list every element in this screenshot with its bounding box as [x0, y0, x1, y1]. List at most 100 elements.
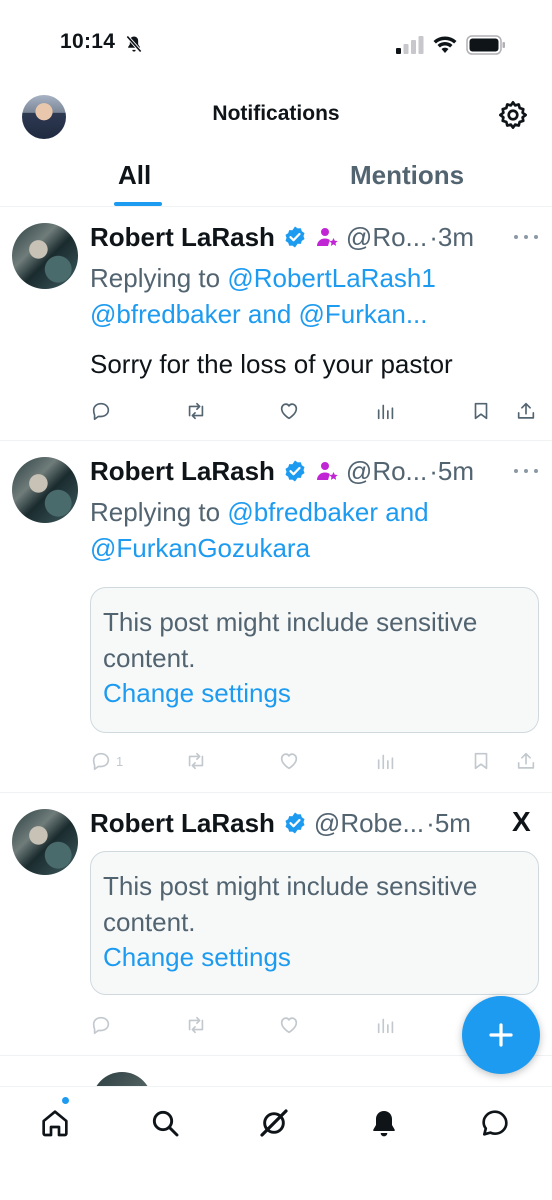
bookmark-icon — [474, 402, 488, 420]
tab-all[interactable]: All — [118, 160, 151, 191]
repost-button[interactable] — [185, 1010, 207, 1040]
bookmark-button[interactable] — [470, 396, 492, 426]
cellular-signal-icon — [396, 36, 424, 54]
status-time: 10:14 — [60, 30, 116, 53]
repost-icon — [188, 1016, 204, 1034]
reply-button[interactable] — [90, 1010, 112, 1040]
verified-badge-icon — [285, 460, 305, 482]
post-time: ·5m — [429, 455, 475, 486]
replying-to-label: Replying to — [90, 263, 228, 293]
post-text: Sorry for the loss of your pastor — [90, 349, 453, 379]
verified-badge-icon — [285, 226, 305, 248]
sensitive-content-text: This post might include sensitive conten… — [103, 871, 478, 937]
author-handle: @Ro... — [345, 455, 428, 486]
mention-link[interactable]: @RobertLaRash1 — [227, 263, 436, 293]
like-button[interactable] — [278, 746, 300, 776]
grok-icon — [260, 1109, 288, 1137]
reply-icon — [92, 402, 110, 421]
post-time: ·3m — [429, 221, 475, 252]
reply-count: 1 — [116, 753, 124, 769]
author-name[interactable]: Robert LaRash — [90, 808, 275, 839]
avatar[interactable] — [12, 457, 78, 523]
views-icon — [377, 404, 394, 420]
post-header: Robert LaRash @Ro... ·5m — [90, 454, 474, 488]
change-settings-link[interactable]: Change settings — [103, 678, 291, 709]
author-name[interactable]: Robert LaRash — [90, 222, 275, 253]
affiliate-badge-icon — [316, 462, 338, 480]
bell-icon — [373, 1111, 395, 1137]
home-notification-dot — [62, 1097, 69, 1104]
views-button[interactable] — [375, 1010, 397, 1040]
wifi-icon — [433, 36, 457, 53]
replying-to: Replying to @RobertLaRash1 @bfredbaker a… — [90, 260, 530, 332]
sensitive-content-notice: This post might include sensitive conten… — [90, 587, 539, 733]
repost-icon — [188, 402, 204, 420]
like-icon — [280, 1017, 298, 1034]
share-button[interactable] — [515, 396, 537, 426]
like-icon — [280, 753, 298, 770]
nav-search[interactable] — [145, 1103, 185, 1143]
avatar[interactable] — [12, 809, 78, 875]
notification-post[interactable]: Robert LaRash @Ro... ·3m Replying to @Ro… — [0, 207, 552, 440]
home-icon — [42, 1110, 68, 1137]
reply-icon — [92, 1016, 110, 1035]
post-time: ·5m — [426, 807, 471, 838]
share-icon — [517, 402, 535, 419]
views-button[interactable] — [375, 396, 397, 426]
post-header: Robert LaRash @Ro... ·3m — [90, 220, 474, 254]
bottom-navigation — [0, 1086, 552, 1200]
nav-home[interactable] — [35, 1103, 75, 1143]
repost-button[interactable] — [185, 746, 207, 776]
verified-badge-icon — [285, 812, 305, 834]
page-title: Notifications — [212, 102, 340, 125]
like-button[interactable] — [278, 1010, 300, 1040]
repost-icon — [188, 752, 204, 770]
nav-notifications[interactable] — [364, 1103, 404, 1143]
affiliate-badge-icon — [316, 228, 338, 246]
post-actions: 1 — [90, 746, 540, 776]
post-actions — [90, 396, 540, 426]
replying-to: Replying to @bfredbaker and @FurkanGozuk… — [90, 494, 530, 566]
like-icon — [280, 403, 298, 420]
author-name[interactable]: Robert LaRash — [90, 456, 275, 487]
post-header: Robert LaRash @Robe... ·5m — [90, 806, 471, 840]
compose-post-button[interactable] — [462, 996, 540, 1074]
sensitive-content-text: This post might include sensitive conten… — [103, 607, 478, 673]
notification-post[interactable]: Robert LaRash @Ro... ·5m Replying to @bf… — [0, 441, 552, 792]
sensitive-content-notice: This post might include sensitive conten… — [90, 851, 539, 995]
gear-icon[interactable] — [497, 99, 529, 131]
like-button[interactable] — [278, 396, 300, 426]
more-options-icon[interactable] — [512, 233, 540, 241]
mention-link[interactable]: @bfredbaker and — [227, 497, 428, 527]
bookmark-icon — [474, 752, 488, 770]
views-icon — [377, 1018, 394, 1034]
battery-icon — [466, 35, 505, 55]
bell-slash-icon — [126, 35, 142, 53]
tab-mentions[interactable]: Mentions — [350, 160, 464, 191]
plus-icon — [489, 1023, 513, 1047]
author-handle: @Robe... — [313, 807, 425, 838]
views-icon — [377, 754, 394, 770]
author-handle: @Ro... — [345, 221, 428, 252]
messages-icon — [482, 1110, 508, 1136]
reply-button[interactable] — [90, 396, 112, 426]
mention-link[interactable]: @bfredbaker and @Furkan... — [90, 299, 428, 329]
views-button[interactable] — [375, 746, 397, 776]
repost-button[interactable] — [185, 396, 207, 426]
more-options-icon[interactable] — [512, 467, 540, 475]
change-settings-link[interactable]: Change settings — [103, 942, 291, 973]
search-icon — [152, 1110, 179, 1137]
status-bar: 10:14 — [0, 0, 552, 90]
replying-to-label: Replying to — [90, 497, 228, 527]
share-icon — [517, 752, 535, 769]
share-button[interactable] — [515, 746, 537, 776]
x-logo-icon: X — [512, 806, 531, 837]
nav-messages[interactable] — [475, 1103, 515, 1143]
bookmark-button[interactable] — [470, 746, 492, 776]
reply-button[interactable]: 1 — [90, 746, 123, 776]
nav-grok[interactable] — [254, 1103, 294, 1143]
reply-icon — [92, 752, 110, 771]
avatar[interactable] — [12, 223, 78, 289]
notifications-header: Notifications All Mentions — [0, 90, 552, 210]
mention-link[interactable]: @FurkanGozukara — [90, 533, 310, 563]
